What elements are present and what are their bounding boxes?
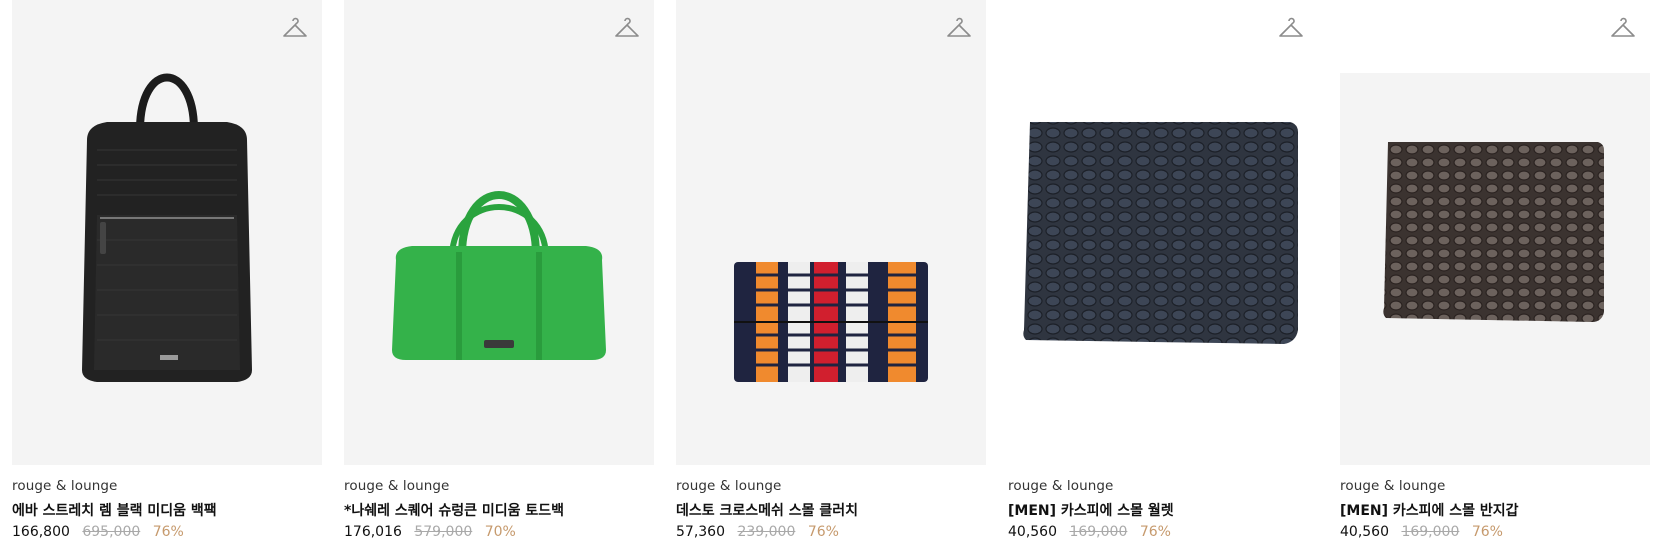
product-card[interactable]: rouge & lounge [MEN] 카스피에 스몰 반지갑 40,560 … <box>1340 0 1650 555</box>
backpack-image <box>82 73 252 382</box>
discount-rate: 76% <box>807 524 839 540</box>
hanger-icon[interactable] <box>282 16 308 40</box>
sale-price: 166,800 <box>12 524 70 540</box>
price-row: 40,560 169,000 76% <box>1340 524 1511 540</box>
tote-bag-image <box>392 191 606 360</box>
price-row: 57,360 239,000 76% <box>676 524 847 540</box>
hanger-icon[interactable] <box>614 16 640 40</box>
product-image[interactable] <box>12 0 322 465</box>
discount-rate: 76% <box>1139 524 1171 540</box>
discount-rate: 76% <box>152 524 184 540</box>
product-card[interactable]: rouge & lounge *나쉐레 스퀘어 슈렁큰 미디움 토드백 176,… <box>344 0 654 555</box>
brand-name[interactable]: rouge & lounge <box>12 478 117 494</box>
original-price: 169,000 <box>1401 524 1460 540</box>
product-image[interactable] <box>1008 0 1318 465</box>
product-image[interactable] <box>344 0 654 465</box>
brand-name[interactable]: rouge & lounge <box>1340 478 1445 494</box>
product-card[interactable]: rouge & lounge 데스토 크로스메쉬 스몰 클러치 57,360 2… <box>676 0 986 555</box>
price-row: 176,016 579,000 70% <box>344 524 524 540</box>
brand-name[interactable]: rouge & lounge <box>676 478 781 494</box>
hanger-icon[interactable] <box>946 16 972 40</box>
product-image[interactable] <box>676 0 986 465</box>
clutch-image <box>734 262 928 382</box>
product-name[interactable]: [MEN] 카스피에 스몰 반지갑 <box>1340 500 1519 520</box>
discount-rate: 76% <box>1471 524 1503 540</box>
product-image[interactable] <box>1340 0 1650 465</box>
product-name[interactable]: [MEN] 카스피에 스몰 월렛 <box>1008 500 1174 520</box>
sale-price: 57,360 <box>676 524 725 540</box>
product-card[interactable]: rouge & lounge 에바 스트레치 렘 블랙 미디움 백팩 166,8… <box>12 0 322 555</box>
sale-price: 40,560 <box>1340 524 1389 540</box>
original-price: 579,000 <box>414 524 473 540</box>
original-price: 239,000 <box>737 524 796 540</box>
product-name[interactable]: 데스토 크로스메쉬 스몰 클러치 <box>676 500 858 520</box>
hanger-icon[interactable] <box>1278 16 1304 40</box>
original-price: 169,000 <box>1069 524 1128 540</box>
brand-name[interactable]: rouge & lounge <box>344 478 449 494</box>
hanger-icon[interactable] <box>1610 16 1636 40</box>
product-grid: rouge & lounge 에바 스트레치 렘 블랙 미디움 백팩 166,8… <box>12 0 1652 555</box>
wallet-image <box>1383 142 1604 322</box>
sale-price: 40,560 <box>1008 524 1057 540</box>
discount-rate: 70% <box>484 524 516 540</box>
product-card[interactable]: rouge & lounge [MEN] 카스피에 스몰 월렛 40,560 1… <box>1008 0 1318 555</box>
product-name[interactable]: *나쉐레 스퀘어 슈렁큰 미디움 토드백 <box>344 500 564 520</box>
wallet-image <box>1023 122 1298 344</box>
price-row: 40,560 169,000 76% <box>1008 524 1179 540</box>
product-name[interactable]: 에바 스트레치 렘 블랙 미디움 백팩 <box>12 500 217 520</box>
sale-price: 176,016 <box>344 524 402 540</box>
brand-name[interactable]: rouge & lounge <box>1008 478 1113 494</box>
original-price: 695,000 <box>82 524 141 540</box>
price-row: 166,800 695,000 76% <box>12 524 192 540</box>
